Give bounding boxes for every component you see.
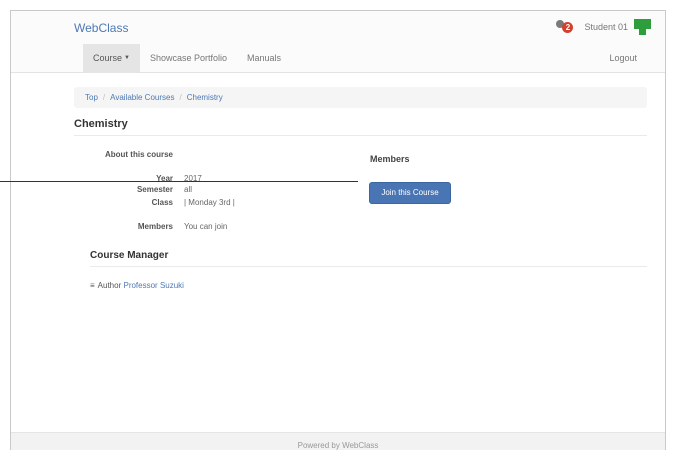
caret-down-icon: ▼ — [124, 55, 130, 62]
members-label: Members — [137, 222, 173, 231]
messages-icon[interactable]: 2 — [556, 20, 574, 34]
course-manager-heading: Course Manager — [90, 250, 169, 261]
message-count-badge: 2 — [562, 22, 574, 33]
list-bullet-icon: ≡ — [90, 281, 95, 290]
nav-course-label: Course — [93, 53, 123, 63]
user-name[interactable]: Student 01 — [584, 22, 628, 32]
manager-role: Author — [97, 281, 122, 290]
class-label: Class — [151, 198, 173, 207]
divider — [74, 135, 647, 136]
breadcrumb-top[interactable]: Top — [85, 93, 98, 102]
manager-entry: ≡ Author Professor Suzuki — [90, 281, 184, 290]
about-course-label: About this course — [104, 150, 173, 159]
user-area: 2 Student 01 — [556, 19, 651, 35]
breadcrumb: Top / Available Courses / Chemistry — [74, 87, 647, 108]
members-heading: Members — [370, 154, 410, 164]
divider — [90, 266, 647, 267]
breadcrumb-current[interactable]: Chemistry — [187, 93, 223, 102]
manager-name-link[interactable]: Professor Suzuki — [123, 281, 183, 290]
breadcrumb-available-courses[interactable]: Available Courses — [110, 93, 174, 102]
brand-logo[interactable]: WebClass — [74, 21, 128, 35]
nav-course-dropdown[interactable]: Course ▼ — [83, 44, 140, 73]
app-frame: WebClass 2 Student 01 Course ▼ Showcase P… — [10, 10, 666, 450]
header: WebClass 2 Student 01 Course ▼ Showcase P… — [11, 11, 665, 73]
join-course-button[interactable]: Join this Course — [369, 182, 451, 204]
breadcrumb-separator: / — [179, 93, 182, 102]
class-value: | Monday 3rd | — [184, 198, 235, 207]
members-value: You can join — [184, 222, 228, 231]
footer: Powered by WebClass — [11, 432, 665, 450]
nav-showcase-portfolio[interactable]: Showcase Portfolio — [140, 44, 237, 73]
breadcrumb-separator: / — [102, 93, 106, 102]
main-nav: Course ▼ Showcase Portfolio Manuals — [83, 44, 291, 73]
pointer-line — [0, 181, 358, 182]
page-title: Chemistry — [74, 118, 128, 130]
nav-manuals[interactable]: Manuals — [237, 44, 291, 73]
semester-value: all — [184, 185, 193, 194]
semester-label: Semester — [136, 185, 173, 194]
user-puzzle-icon[interactable] — [634, 19, 651, 35]
logout-link[interactable]: Logout — [609, 44, 637, 73]
